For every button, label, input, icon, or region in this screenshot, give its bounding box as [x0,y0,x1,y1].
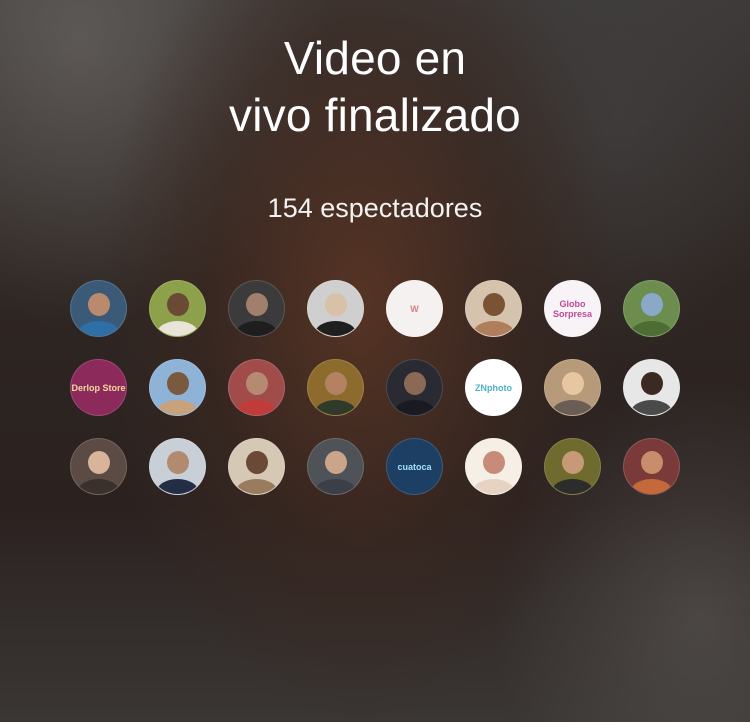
avatar-body-shape [77,478,120,494]
avatar-head-shape [87,451,110,475]
avatar-24[interactable] [623,438,680,495]
avatar-body-shape [235,399,278,415]
avatar-body-shape [314,478,357,494]
avatar-15[interactable] [544,359,601,416]
avatar-head-shape [324,372,347,396]
avatar-body-shape [551,399,594,415]
avatar-head-shape [640,451,663,475]
avatar-6[interactable] [465,280,522,337]
avatar-head-shape [245,293,268,317]
avatar-logo-text: Derlop Store [71,382,126,393]
avatar-body-shape [156,399,199,415]
avatar-10[interactable] [149,359,206,416]
avatar-5[interactable]: W [386,280,443,337]
avatar-3[interactable] [228,280,285,337]
avatar-head-shape [166,372,189,396]
avatar-body-shape [630,320,673,336]
avatar-head-shape [324,451,347,475]
avatar-body-shape [77,320,120,336]
avatar-body-shape [235,320,278,336]
avatar-logo-text: cuatoca [397,461,432,472]
avatar-head-shape [324,293,347,317]
avatar-body-shape [630,399,673,415]
avatar-13[interactable] [386,359,443,416]
avatar-18[interactable] [149,438,206,495]
viewer-count: 154 espectadores [267,193,483,223]
avatar-head-shape [640,293,663,317]
title-line-2: vivo finalizado [229,89,521,141]
avatar-body-shape [235,478,278,494]
avatar-head-shape [166,451,189,475]
avatar-12[interactable] [307,359,364,416]
viewer-avatar-grid: W Globo Sorpresa Derlop Store ZNphoto cuatoc… [70,280,685,495]
avatar-7[interactable]: Globo Sorpresa [544,280,601,337]
avatar-head-shape [166,293,189,317]
avatar-23[interactable] [544,438,601,495]
avatar-21[interactable]: cuatoca [386,438,443,495]
avatar-19[interactable] [228,438,285,495]
avatar-2[interactable] [149,280,206,337]
avatar-body-shape [314,320,357,336]
avatar-14[interactable]: ZNphoto [465,359,522,416]
avatar-head-shape [561,451,584,475]
avatar-logo-text: ZNphoto [475,382,512,393]
avatar-head-shape [482,451,505,475]
avatar-body-shape [393,399,436,415]
avatar-logo-text: Globo Sorpresa [552,298,593,319]
avatar-body-shape [472,320,515,336]
avatar-body-shape [156,320,199,336]
avatar-9[interactable]: Derlop Store [70,359,127,416]
title-line-1: Video en [283,32,467,84]
avatar-17[interactable] [70,438,127,495]
avatar-head-shape [87,293,110,317]
avatar-head-shape [403,372,426,396]
avatar-head-shape [245,451,268,475]
avatar-8[interactable] [623,280,680,337]
avatar-4[interactable] [307,280,364,337]
avatar-body-shape [156,478,199,494]
avatar-body-shape [630,478,673,494]
avatar-head-shape [482,293,505,317]
avatar-head-shape [640,372,663,396]
avatar-head-shape [561,372,584,396]
avatar-22[interactable] [465,438,522,495]
avatar-logo-text: W [410,303,419,314]
avatar-1[interactable] [70,280,127,337]
avatar-body-shape [314,399,357,415]
avatar-head-shape [245,372,268,396]
avatar-body-shape [472,478,515,494]
avatar-11[interactable] [228,359,285,416]
avatar-body-shape [551,478,594,494]
avatar-20[interactable] [307,438,364,495]
live-ended-title: Video en vivo finalizado [0,30,750,144]
avatar-16[interactable] [623,359,680,416]
